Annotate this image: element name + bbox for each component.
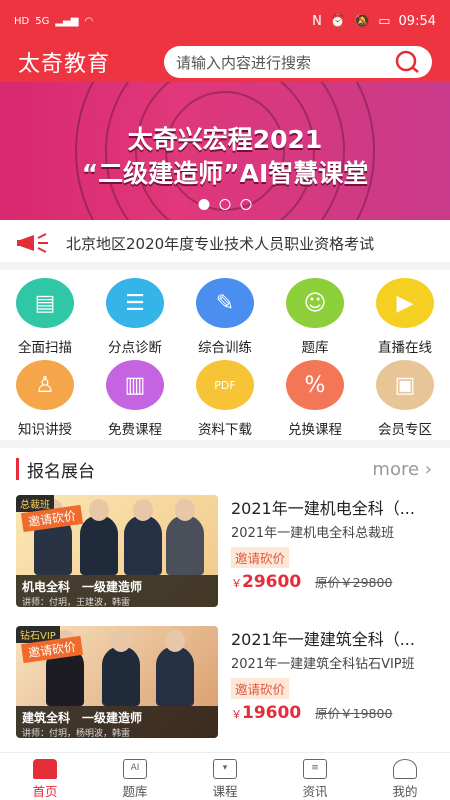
ai-icon: AI bbox=[123, 759, 147, 779]
books-icon: ▥ bbox=[106, 360, 164, 410]
original-price: 原价￥19800 bbox=[315, 706, 393, 721]
section-accent bbox=[16, 458, 19, 480]
tab-profile[interactable]: 我的 bbox=[360, 753, 450, 800]
feature-label: 题库 bbox=[301, 340, 329, 356]
course-subtitle: 2021年一建建筑全科钻石VIP班 bbox=[231, 657, 415, 672]
pager-dot[interactable] bbox=[198, 199, 210, 210]
course-subtitle: 2021年一建机电全科总裁班 bbox=[231, 526, 395, 541]
bargain-badge[interactable]: 邀请砍价 bbox=[231, 678, 290, 699]
price-row: ￥ 19600 原价￥19800 bbox=[231, 703, 436, 723]
status-bar: HD 5G ▂▄▆ ◠ N ⏰ 🔕 ▭ 09:54 bbox=[0, 0, 450, 42]
divider bbox=[0, 440, 450, 448]
course-info: 2021年一建机电全科（... 2021年一建机电全科总裁班 邀请砍价 ￥ 29… bbox=[231, 495, 436, 592]
feature-free-course[interactable]: ▥ 免费课程 bbox=[90, 360, 180, 438]
feature-label: 资料下载 bbox=[198, 422, 252, 438]
home-icon bbox=[33, 759, 57, 779]
feature-label: 知识讲授 bbox=[18, 422, 72, 438]
pdf-icon: PDF bbox=[196, 360, 254, 410]
feature-question-bank[interactable]: ☺ 题库 bbox=[270, 278, 360, 356]
feature-training[interactable]: ✎ 综合训练 bbox=[180, 278, 270, 356]
promo-banner[interactable]: 太奇兴宏程2021 “二级建造师”AI智慧课堂 bbox=[0, 82, 450, 220]
course-title[interactable]: 2021年一建机电全科（... bbox=[231, 495, 436, 519]
feature-lecture[interactable]: ♙ 知识讲授 bbox=[0, 360, 90, 438]
hd-indicator: HD bbox=[14, 15, 30, 27]
doc-edit-icon: ✎ bbox=[196, 278, 254, 328]
divider bbox=[0, 262, 450, 270]
feature-diagnose[interactable]: ☰ 分点诊断 bbox=[90, 278, 180, 356]
course-title[interactable]: 2021年一建建筑全科（... bbox=[231, 626, 436, 650]
tv-icon: ▶ bbox=[376, 278, 434, 328]
course-thumbnail[interactable]: 钻石VIP 邀请砍价 建筑全科 一级建造师 讲师：付玥，杨明波，韩雷 bbox=[16, 626, 218, 738]
bookmark-book-icon: ▾ bbox=[213, 759, 237, 779]
tab-question-bank[interactable]: AI 题库 bbox=[90, 753, 180, 800]
course-info: 2021年一建建筑全科（... 2021年一建建筑全科钻石VIP班 邀请砍价 ￥… bbox=[231, 626, 436, 723]
feature-vip[interactable]: ▣ 会员专区 bbox=[360, 360, 450, 438]
feature-scan[interactable]: ▤ 全面扫描 bbox=[0, 278, 90, 356]
coupon-icon: % bbox=[286, 360, 344, 410]
bottom-tab-bar: 首页 AI 题库 ▾ 课程 ≡ 资讯 我的 bbox=[0, 752, 450, 800]
tab-courses[interactable]: ▾ 课程 bbox=[180, 753, 270, 800]
megaphone-icon bbox=[17, 233, 48, 253]
thumbnail-caption: 机电全科 一级建造师 讲师：付玥，王建波，韩雷 bbox=[16, 575, 218, 607]
alarm-icon: ⏰ bbox=[329, 13, 347, 29]
bargain-badge[interactable]: 邀请砍价 bbox=[231, 547, 290, 568]
feature-label: 免费课程 bbox=[108, 422, 162, 438]
person-icon bbox=[393, 759, 417, 779]
mute-icon: 🔕 bbox=[354, 13, 371, 29]
teacher-icon: ♙ bbox=[16, 360, 74, 410]
notice-text[interactable]: 北京地区2020年度专业技术人员职业资格考试 bbox=[66, 233, 374, 254]
app-header: 太奇教育 请输入内容进行搜索 bbox=[0, 42, 450, 82]
course-card[interactable]: 钻石VIP 邀请砍价 建筑全科 一级建造师 讲师：付玥，杨明波，韩雷 2021年… bbox=[0, 626, 450, 744]
banner-pager bbox=[198, 199, 252, 210]
section-title: 报名展台 bbox=[27, 461, 95, 482]
original-price: 原价￥29800 bbox=[315, 575, 393, 590]
feature-redeem[interactable]: % 兑换课程 bbox=[270, 360, 360, 438]
feature-download[interactable]: PDF 资料下载 bbox=[180, 360, 270, 438]
search-box[interactable]: 请输入内容进行搜索 bbox=[164, 46, 432, 78]
current-price: 29600 bbox=[242, 572, 302, 592]
list-icon: ☰ bbox=[106, 278, 164, 328]
feature-label: 会员专区 bbox=[378, 422, 432, 438]
tab-news[interactable]: ≡ 资讯 bbox=[270, 753, 360, 800]
currency-symbol: ￥ bbox=[231, 708, 242, 721]
course-card[interactable]: 总裁班 邀请砍价 机电全科 一级建造师 讲师：付玥，王建波，韩雷 2021年一建… bbox=[0, 495, 450, 613]
tab-home[interactable]: 首页 bbox=[0, 753, 90, 800]
feature-label: 全面扫描 bbox=[18, 340, 72, 356]
more-link[interactable]: more › bbox=[372, 459, 432, 480]
vip-box-icon: ▣ bbox=[376, 360, 434, 410]
feature-label: 分点诊断 bbox=[108, 340, 162, 356]
search-input[interactable]: 请输入内容进行搜索 bbox=[176, 52, 394, 73]
news-icon: ≡ bbox=[303, 759, 327, 779]
feature-live[interactable]: ▶ 直播在线 bbox=[360, 278, 450, 356]
feature-label: 综合训练 bbox=[198, 340, 252, 356]
banner-title: 太奇兴宏程2021 bbox=[127, 125, 323, 154]
ai-head-icon: ☺ bbox=[286, 278, 344, 328]
feature-label: 直播在线 bbox=[378, 340, 432, 356]
chevron-right-icon: › bbox=[424, 458, 432, 480]
nfc-icon: N bbox=[312, 13, 322, 29]
currency-symbol: ￥ bbox=[231, 577, 242, 590]
thumbnail-caption: 建筑全科 一级建造师 讲师：付玥，杨明波，韩雷 bbox=[16, 706, 218, 738]
pager-dot[interactable] bbox=[240, 199, 252, 210]
banner-subtitle: “二级建造师”AI智慧课堂 bbox=[81, 159, 369, 188]
clock: 09:54 bbox=[398, 13, 436, 29]
network-indicator: 5G bbox=[35, 15, 50, 27]
pager-dot[interactable] bbox=[219, 199, 231, 210]
feature-label: 兑换课程 bbox=[288, 422, 342, 438]
current-price: 19600 bbox=[242, 703, 302, 723]
section-header: 报名展台 more › bbox=[0, 450, 450, 488]
battery-icon: ▭ bbox=[378, 13, 391, 29]
brand-title: 太奇教育 bbox=[18, 52, 111, 77]
search-icon[interactable] bbox=[394, 49, 420, 75]
notice-bar[interactable]: 北京地区2020年度专业技术人员职业资格考试 bbox=[0, 226, 450, 260]
signal-icon: ▂▄▆ bbox=[55, 15, 79, 27]
book-scan-icon: ▤ bbox=[16, 278, 74, 328]
price-row: ￥ 29600 原价￥29800 bbox=[231, 572, 436, 592]
course-thumbnail[interactable]: 总裁班 邀请砍价 机电全科 一级建造师 讲师：付玥，王建波，韩雷 bbox=[16, 495, 218, 607]
wifi-icon: ◠ bbox=[84, 15, 94, 27]
